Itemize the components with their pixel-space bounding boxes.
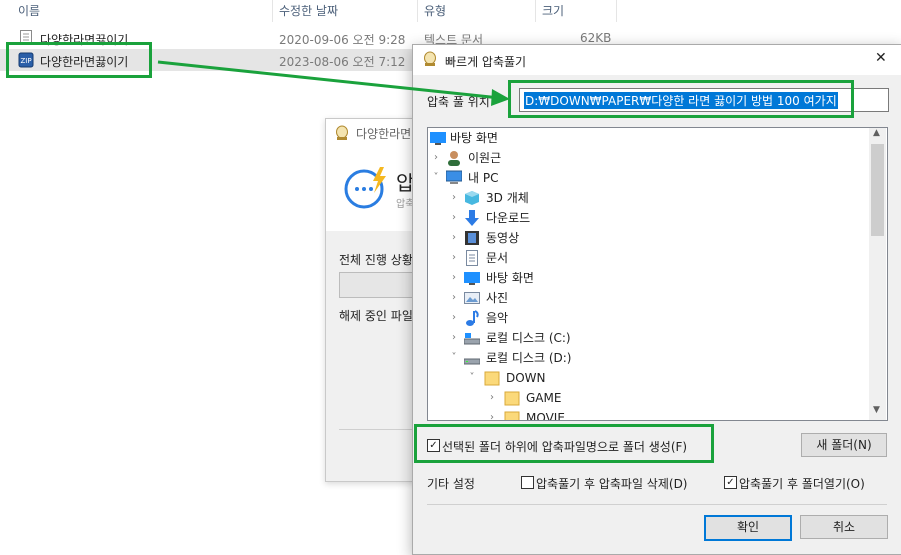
annotation-arrow bbox=[157, 60, 510, 106]
